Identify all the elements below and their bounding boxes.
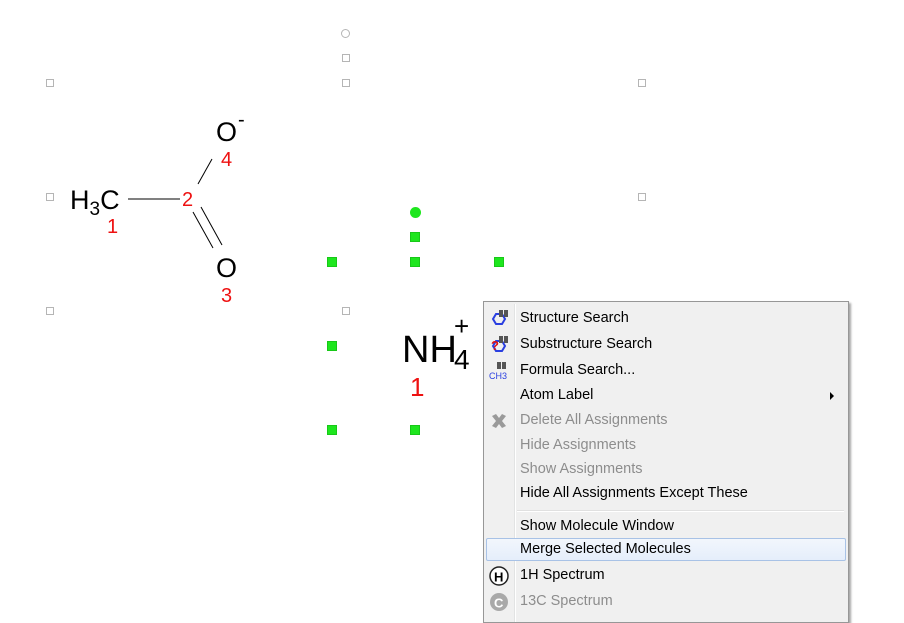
- menu-item-label: Atom Label: [520, 387, 594, 403]
- menu-item-label: Show Molecule Window: [520, 518, 674, 534]
- substructure-search-icon: ?: [491, 336, 508, 353]
- atom-number: 3: [221, 285, 233, 307]
- menu-item-formula-search[interactable]: CH3 Formula Search...: [486, 359, 846, 382]
- svg-text:?: ?: [491, 338, 499, 353]
- atom-nh4[interactable]: NH: [402, 331, 457, 369]
- submenu-arrow-icon: [830, 392, 834, 400]
- menu-item-label: Substructure Search: [520, 336, 653, 352]
- atom-label: H: [70, 185, 90, 215]
- 13c-spectrum-icon: C: [490, 593, 508, 611]
- atom-number: 1: [107, 216, 119, 238]
- atom-subscript: 4: [454, 344, 470, 375]
- menu-item-label: Show Assignments: [520, 461, 643, 477]
- menu-item-label: 13C Spectrum: [520, 593, 613, 609]
- menu-item-label: 1H Spectrum: [520, 567, 605, 583]
- menu-item-label: Structure Search: [520, 310, 629, 326]
- menu-item-1h-spectrum[interactable]: H 1H Spectrum: [486, 564, 846, 587]
- formula-search-icon: CH3: [489, 362, 507, 381]
- menu-item-substructure-search[interactable]: ? Substructure Search: [486, 333, 846, 356]
- menu-item-label: Delete All Assignments: [520, 412, 668, 428]
- svg-text:CH3: CH3: [489, 371, 507, 381]
- menu-item-delete-all-assignments[interactable]: Delete All Assignments: [486, 409, 846, 432]
- menu-item-hide-all-except[interactable]: Hide All Assignments Except These: [486, 482, 846, 505]
- menu-item-label: Merge Selected Molecules: [520, 541, 691, 557]
- menu-item-hide-assignments[interactable]: Hide Assignments: [486, 434, 846, 457]
- menu-separator: [517, 510, 844, 512]
- atom-number[interactable]: 2: [182, 190, 193, 210]
- atom-charge: -: [238, 109, 245, 131]
- atom-charge: +: [454, 311, 470, 341]
- atom-label-tail: C: [100, 185, 120, 215]
- context-menu: Structure Search ? Substructure Search C…: [483, 301, 849, 623]
- menu-item-13c-spectrum[interactable]: C 13C Spectrum: [486, 590, 846, 613]
- atom-number: 4: [221, 149, 233, 171]
- atom-ch3[interactable]: H3C: [70, 185, 120, 220]
- menu-item-show-molecule-window[interactable]: Show Molecule Window: [486, 515, 846, 538]
- menu-item-merge-selected-molecules[interactable]: Merge Selected Molecules: [486, 538, 846, 561]
- menu-item-label: Hide All Assignments Except These: [520, 485, 748, 501]
- atom-o[interactable]: O: [216, 255, 237, 282]
- atom-number: 1: [410, 372, 425, 402]
- svg-text:H: H: [494, 570, 503, 585]
- delete-assignments-icon: [492, 414, 506, 428]
- menu-item-atom-label[interactable]: Atom Label: [486, 384, 846, 407]
- menu-item-label: Formula Search...: [520, 362, 636, 378]
- svg-text:C: C: [494, 596, 504, 611]
- bond-c2-o3-a[interactable]: [192, 211, 214, 249]
- menu-item-structure-search[interactable]: Structure Search: [486, 307, 846, 330]
- atom-label: NH: [402, 329, 457, 371]
- bond-c2-o3-b[interactable]: [200, 206, 223, 246]
- atom-o-minus[interactable]: O: [216, 119, 237, 146]
- atom-subscript: 3: [89, 199, 101, 220]
- bond-c2-o4[interactable]: [197, 158, 213, 185]
- menu-item-show-assignments[interactable]: Show Assignments: [486, 458, 846, 481]
- structure-search-icon: [491, 310, 508, 325]
- menu-item-label: Hide Assignments: [520, 437, 637, 453]
- 1h-spectrum-icon: H: [489, 566, 509, 586]
